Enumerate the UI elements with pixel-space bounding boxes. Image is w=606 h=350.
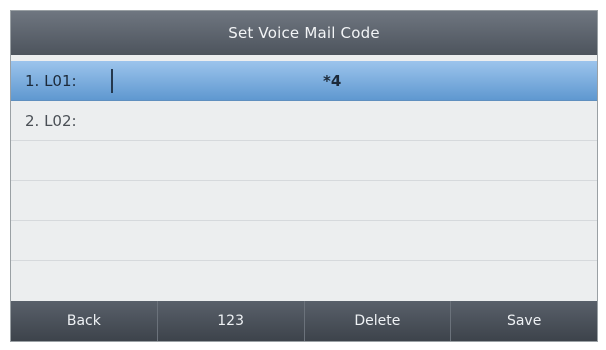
row-divider <box>11 180 597 181</box>
row-divider <box>11 260 597 261</box>
input-mode-softkey[interactable]: 123 <box>158 301 305 341</box>
phone-screen-frame: Set Voice Mail Code 1. L01: *4 2. L02: B… <box>0 0 606 350</box>
back-softkey[interactable]: Back <box>11 301 158 341</box>
field-label: 2. L02: <box>25 111 77 130</box>
field-label: 1. L01: <box>25 71 77 90</box>
field-list: 1. L01: *4 2. L02: <box>11 61 597 301</box>
softkey-bar: Back 123 Delete Save <box>11 301 597 341</box>
field-row-line1[interactable]: 1. L01: *4 <box>11 61 597 101</box>
save-softkey[interactable]: Save <box>451 301 597 341</box>
screen-title: Set Voice Mail Code <box>228 24 380 42</box>
text-cursor <box>111 69 113 93</box>
title-bar: Set Voice Mail Code <box>11 11 597 55</box>
field-row-line2[interactable]: 2. L02: <box>11 101 597 141</box>
lcd-screen: Set Voice Mail Code 1. L01: *4 2. L02: B… <box>10 10 598 342</box>
row-divider <box>11 220 597 221</box>
voice-mail-code-input[interactable]: *4 <box>323 72 341 90</box>
delete-softkey[interactable]: Delete <box>305 301 452 341</box>
